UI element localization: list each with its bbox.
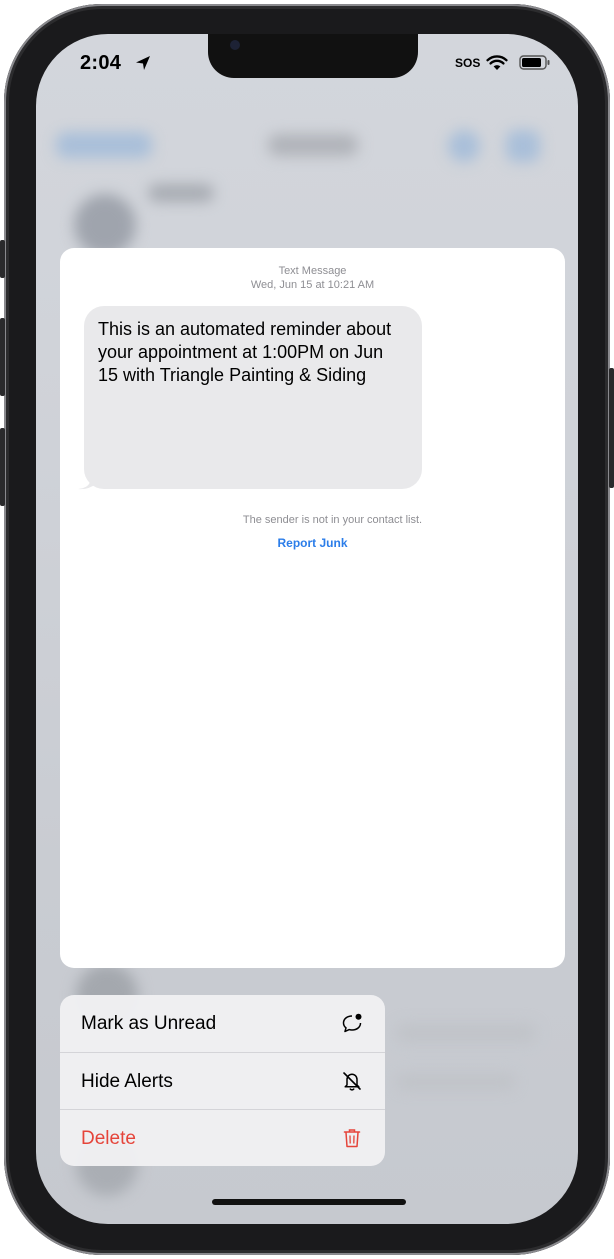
message-preview-card[interactable]: Text Message Wed, Jun 15 at 10:21 AM Thi…: [60, 248, 565, 968]
trash-icon: [343, 1129, 361, 1148]
message-bubble: This is an automated reminder about your…: [84, 306, 422, 489]
home-indicator[interactable]: [212, 1199, 406, 1205]
message-header: Text Message Wed, Jun 15 at 10:21 AM: [60, 264, 565, 292]
phone-screen: 2:04 SOS Text Message Wed, Jun 15 at 10:…: [36, 34, 578, 1224]
delete-menu-item[interactable]: Delete: [60, 1110, 385, 1166]
report-junk-link[interactable]: Report Junk: [60, 536, 565, 550]
hide-alerts-menu-item[interactable]: Hide Alerts: [60, 1053, 385, 1110]
context-menu: Mark as Unread Hide Alerts Delete: [60, 995, 385, 1166]
mark-unread-icon: [342, 1013, 362, 1033]
status-sos: SOS: [455, 56, 481, 70]
front-camera: [230, 40, 240, 50]
hide-alerts-label: Hide Alerts: [81, 1071, 173, 1092]
volume-down-button: [0, 428, 5, 506]
location-arrow-icon: [136, 56, 150, 70]
mark-as-unread-menu-item[interactable]: Mark as Unread: [60, 995, 385, 1052]
mute-switch: [0, 240, 5, 278]
bell-slash-icon: [343, 1072, 361, 1091]
message-type-label: Text Message: [278, 265, 347, 277]
wifi-icon: [486, 55, 508, 70]
delete-label: Delete: [81, 1128, 136, 1149]
mark-as-unread-label: Mark as Unread: [81, 1013, 217, 1034]
status-time: 2:04: [80, 52, 122, 74]
volume-up-button: [0, 318, 5, 396]
message-timestamp: Wed, Jun 15 at 10:21 AM: [250, 279, 375, 291]
sender-not-in-contacts-note: The sender is not in your contact list.: [242, 514, 423, 526]
bubble-tail: [78, 474, 96, 490]
power-button: [609, 368, 614, 488]
notch: [208, 34, 418, 78]
battery-icon: [519, 55, 550, 70]
report-junk-label[interactable]: Report Junk: [277, 536, 347, 550]
